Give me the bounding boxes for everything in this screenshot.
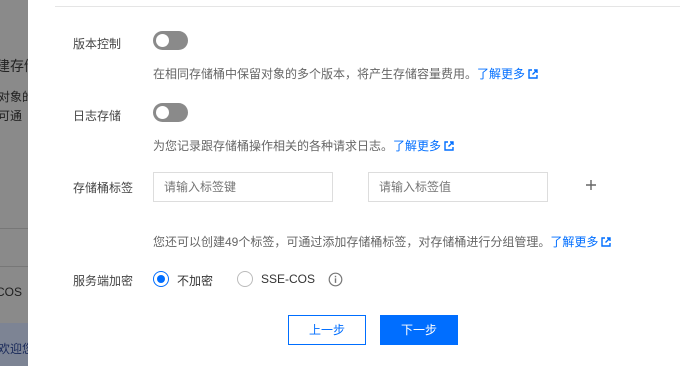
version-control-description-text: 在相同存储桶中保留对象的多个版本，将产生存储容量费用。: [153, 67, 478, 81]
external-link-icon: [444, 141, 454, 151]
bucket-tags-description: 您还可以创建49个标签，可通过添加存储桶标签，对存储桶进行分组管理。了解更多: [153, 233, 612, 250]
encryption-label: 服务端加密: [73, 274, 134, 288]
previous-step-button[interactable]: 上一步: [288, 315, 366, 345]
external-link-icon: [601, 237, 612, 247]
radio-sse-cos-label[interactable]: SSE-COS: [261, 272, 315, 286]
toggle-knob: [156, 34, 169, 47]
info-icon[interactable]: [328, 272, 343, 287]
log-storage-toggle[interactable]: [153, 103, 188, 122]
background-banner-text: 欢迎您: [0, 342, 28, 356]
next-step-button[interactable]: 下一步: [380, 315, 458, 345]
background-page: 建存储 对象的 可通 COS 欢迎您: [0, 0, 28, 366]
version-control-learn-more-link[interactable]: 了解更多: [477, 67, 538, 81]
background-text-2: 可通: [0, 109, 23, 123]
toggle-knob: [156, 106, 169, 119]
tag-value-input[interactable]: [368, 172, 548, 202]
add-tag-icon[interactable]: [584, 178, 598, 192]
radio-no-encryption-label[interactable]: 不加密: [177, 272, 213, 289]
log-storage-label: 日志存储: [73, 109, 122, 123]
bucket-tags-label: 存储桶标签: [73, 181, 134, 195]
log-storage-learn-more-link[interactable]: 了解更多: [393, 139, 454, 153]
external-link-icon: [528, 69, 538, 79]
bucket-tags-learn-more-link[interactable]: 了解更多: [550, 235, 612, 249]
background-title: 建存储: [0, 58, 28, 74]
radio-no-encryption[interactable]: [153, 271, 169, 287]
log-storage-description: 为您记录跟存储桶操作相关的各种请求日志。了解更多: [153, 137, 454, 154]
background-text-1: 对象的: [0, 90, 28, 104]
bucket-tags-description-text: 您还可以创建49个标签，可通过添加存储桶标签，对存储桶进行分组管理。: [153, 235, 551, 249]
top-divider: [55, 6, 680, 7]
create-bucket-drawer: 版本控制 在相同存储桶中保留对象的多个版本，将产生存储容量费用。了解更多 日志存…: [28, 0, 680, 366]
version-control-description: 在相同存储桶中保留对象的多个版本，将产生存储容量费用。了解更多: [153, 65, 538, 82]
background-text-3: COS: [0, 285, 23, 299]
background-divider: [0, 266, 28, 267]
background-divider: [0, 228, 28, 229]
radio-sse-cos[interactable]: [237, 271, 253, 287]
learn-more-label: 了解更多: [550, 235, 599, 249]
learn-more-label: 了解更多: [477, 67, 526, 81]
version-control-label: 版本控制: [73, 37, 122, 51]
tag-key-input[interactable]: [153, 172, 333, 202]
log-storage-description-text: 为您记录跟存储桶操作相关的各种请求日志。: [153, 139, 394, 153]
version-control-toggle[interactable]: [153, 31, 188, 50]
learn-more-label: 了解更多: [393, 139, 442, 153]
